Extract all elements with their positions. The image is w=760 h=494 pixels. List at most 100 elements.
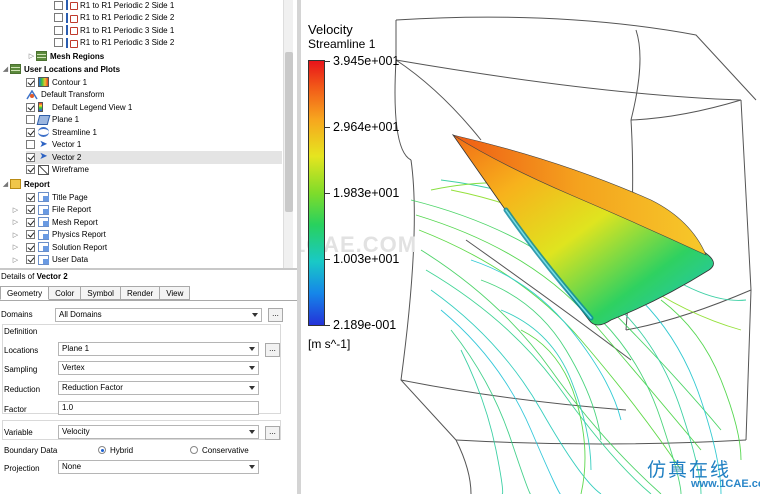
- document-icon: [38, 229, 49, 240]
- legend-subtitle: Streamline 1: [308, 37, 376, 51]
- checkbox[interactable]: [26, 230, 35, 240]
- tree-item-title-page[interactable]: Title Page: [26, 191, 88, 204]
- tree-item-label: Report: [24, 179, 50, 189]
- geometry-form: Domains All Domains ... Definition Locat…: [0, 300, 297, 494]
- collapse-arrow-icon[interactable]: ◢: [1, 180, 10, 188]
- tree-item-plane-1[interactable]: Plane 1: [26, 114, 79, 127]
- legend-tick: [325, 259, 330, 260]
- tree-item-vector-2[interactable]: ➤ Vector 2: [26, 151, 282, 164]
- domains-select[interactable]: All Domains: [55, 308, 262, 322]
- expand-arrow-icon[interactable]: ▷: [11, 256, 20, 264]
- checkbox[interactable]: [26, 242, 35, 252]
- sampling-select[interactable]: Vertex: [58, 361, 259, 375]
- tree-item-label: Vector 2: [52, 152, 82, 162]
- tree-item-wireframe[interactable]: Wireframe: [26, 164, 89, 177]
- expand-arrow-icon[interactable]: ▷: [11, 218, 20, 226]
- tree-item-user-locations[interactable]: ◢ User Locations and Plots: [1, 63, 120, 76]
- checkbox[interactable]: [54, 0, 63, 10]
- checkbox[interactable]: [26, 140, 35, 150]
- variable-browse-button[interactable]: ...: [265, 426, 280, 440]
- domains-browse-button[interactable]: ...: [268, 308, 283, 322]
- watermark-url: www.1CAE.com: [691, 478, 760, 490]
- expand-arrow-icon[interactable]: ▷: [27, 52, 36, 60]
- checkbox[interactable]: [26, 127, 35, 137]
- tree-item-streamline-1[interactable]: Streamline 1: [26, 126, 97, 139]
- collapse-arrow-icon[interactable]: ◢: [1, 65, 10, 73]
- reduction-select[interactable]: Reduction Factor: [58, 381, 259, 395]
- tab-view[interactable]: View: [160, 286, 191, 300]
- legend-value-min: 2.189e-001: [333, 318, 397, 332]
- tree-item-contour-1[interactable]: Contour 1: [26, 76, 87, 89]
- report-folder-icon: [10, 179, 21, 190]
- legend-value: 1.983e+001: [333, 186, 400, 200]
- checkbox[interactable]: [26, 192, 35, 202]
- hybrid-radio[interactable]: [98, 446, 106, 454]
- tab-symbol[interactable]: Symbol: [81, 286, 121, 300]
- chevron-down-icon: [252, 313, 258, 317]
- expand-arrow-icon[interactable]: ▷: [11, 206, 20, 214]
- tree-item-periodic-3-side-1[interactable]: R1 to R1 Periodic 3 Side 1: [54, 24, 174, 37]
- details-title-object: Vector 2: [36, 272, 68, 281]
- checkbox[interactable]: [26, 115, 35, 125]
- chevron-down-icon: [249, 347, 255, 351]
- checkbox[interactable]: [26, 152, 35, 162]
- tree-item-file-report[interactable]: ▷ File Report: [11, 204, 91, 217]
- tree-item-label: Mesh Regions: [50, 51, 105, 61]
- tree-item-periodic-3-side-2[interactable]: R1 to R1 Periodic 3 Side 2: [54, 37, 174, 50]
- mesh-regions-icon: [36, 51, 47, 62]
- tree-item-mesh-regions[interactable]: ▷ Mesh Regions: [27, 50, 104, 63]
- periodic-interface-icon: [66, 0, 78, 11]
- expand-arrow-icon[interactable]: ▷: [11, 243, 20, 251]
- tree-item-label: R1 to R1 Periodic 2 Side 1: [80, 0, 175, 10]
- tree-item-label: User Locations and Plots: [24, 64, 121, 74]
- tree-scrollbar[interactable]: [283, 0, 293, 268]
- checkbox[interactable]: [26, 102, 35, 112]
- expand-arrow-icon[interactable]: ▷: [11, 231, 20, 239]
- outline-tree: R1 to R1 Periodic 2 Side 1 R1 to R1 Peri…: [0, 0, 297, 268]
- transform-icon: [26, 89, 38, 100]
- factor-input[interactable]: 1.0: [58, 401, 259, 415]
- checkbox[interactable]: [26, 255, 35, 265]
- document-icon: [38, 204, 49, 215]
- domains-label: Domains: [1, 310, 33, 319]
- conservative-radio[interactable]: [190, 446, 198, 454]
- tab-color[interactable]: Color: [49, 286, 82, 300]
- tree-item-periodic-2-side-2[interactable]: R1 to R1 Periodic 2 Side 2: [54, 12, 174, 25]
- tree-item-label: Wireframe: [52, 165, 89, 175]
- chevron-down-icon: [249, 430, 255, 434]
- checkbox[interactable]: [26, 205, 35, 215]
- variable-select[interactable]: Velocity: [58, 425, 259, 439]
- tree-item-label: Vector 1: [52, 140, 82, 150]
- tree-item-solution-report[interactable]: ▷ Solution Report: [11, 241, 107, 254]
- locations-select[interactable]: Plane 1: [58, 342, 259, 356]
- checkbox[interactable]: [26, 165, 35, 175]
- tree-item-report[interactable]: ◢ Report: [1, 178, 50, 191]
- legend-tick: [325, 127, 330, 128]
- locations-browse-button[interactable]: ...: [265, 343, 280, 357]
- sampling-value: Vertex: [62, 363, 85, 372]
- checkbox[interactable]: [54, 38, 63, 48]
- tree-item-vector-1[interactable]: ➤ Vector 1: [26, 139, 81, 152]
- tree-item-default-transform[interactable]: Default Transform: [26, 89, 105, 102]
- legend-tick: [325, 193, 330, 194]
- tree-item-mesh-report[interactable]: ▷ Mesh Report: [11, 216, 98, 229]
- 3d-viewport[interactable]: 1CAE.COM Velocity Streamline 1 3.945e+00…: [301, 0, 760, 494]
- checkbox[interactable]: [26, 217, 35, 227]
- projection-select[interactable]: None: [58, 460, 259, 474]
- tab-geometry[interactable]: Geometry: [0, 286, 50, 300]
- checkbox[interactable]: [54, 13, 63, 23]
- tree-item-label: Solution Report: [52, 242, 108, 252]
- tree-item-default-legend-view[interactable]: Default Legend View 1: [26, 101, 132, 114]
- tree-item-label: R1 to R1 Periodic 2 Side 2: [80, 13, 175, 23]
- tree-scrollbar-thumb[interactable]: [285, 52, 293, 212]
- tree-item-label: Title Page: [52, 192, 88, 202]
- periodic-interface-icon: [66, 37, 78, 48]
- tree-item-periodic-2-side-1[interactable]: R1 to R1 Periodic 2 Side 1: [54, 0, 174, 12]
- legend-value: 2.964e+001: [333, 120, 400, 134]
- tab-render[interactable]: Render: [120, 286, 161, 300]
- tree-item-physics-report[interactable]: ▷ Physics Report: [11, 229, 106, 242]
- checkbox[interactable]: [26, 77, 35, 87]
- document-icon: [38, 242, 49, 253]
- checkbox[interactable]: [54, 25, 63, 35]
- tree-item-user-data[interactable]: ▷ User Data: [11, 254, 88, 267]
